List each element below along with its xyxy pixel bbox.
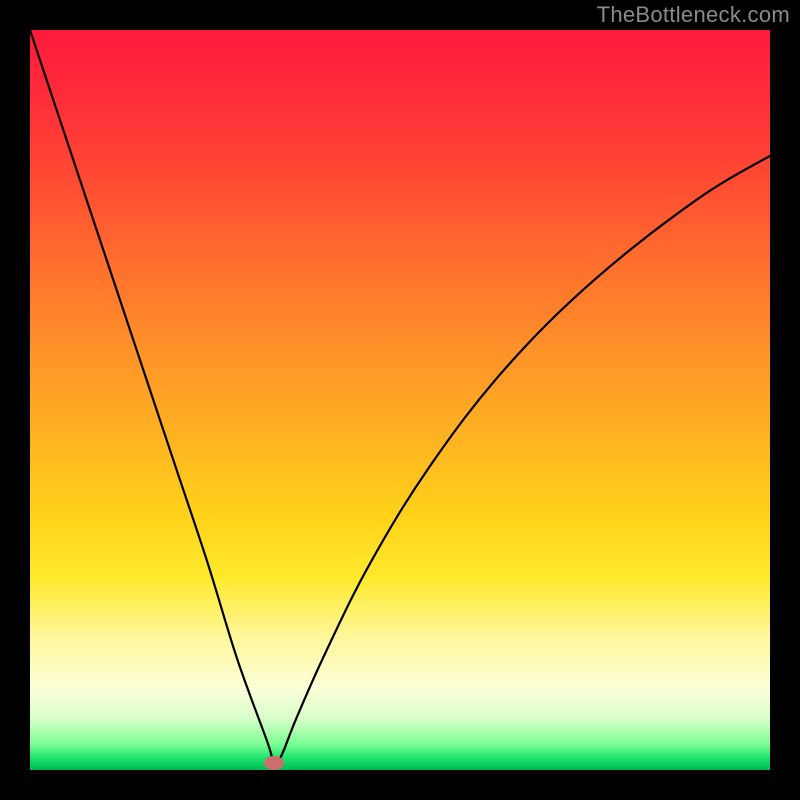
chart-frame: TheBottleneck.com bbox=[0, 0, 800, 800]
watermark-text: TheBottleneck.com bbox=[597, 2, 790, 28]
plot-area bbox=[30, 30, 770, 770]
bottleneck-curve bbox=[30, 30, 770, 764]
curve-svg bbox=[30, 30, 770, 770]
vertex-marker bbox=[264, 756, 284, 770]
